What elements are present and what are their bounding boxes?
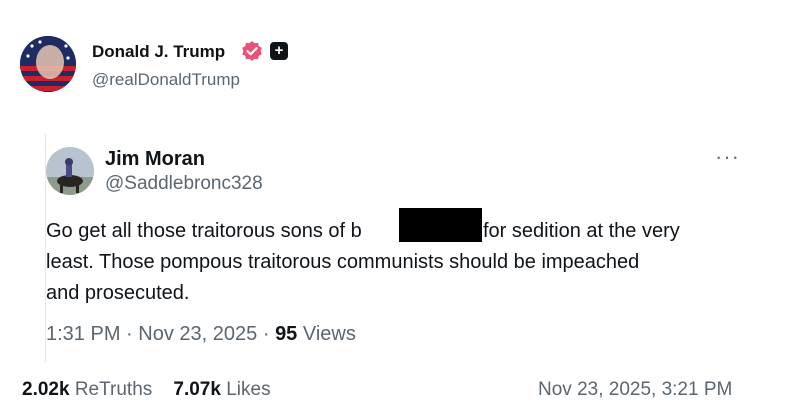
retruths-stat[interactable]: 2.02k ReTruths <box>22 379 152 400</box>
author-handle[interactable]: @realDonaldTrump <box>92 70 240 90</box>
retruths-count: 2.02k <box>22 379 70 400</box>
plus-badge-icon: + <box>270 42 288 60</box>
quoted-text-line1b: for sedition at the very <box>483 220 680 242</box>
quoted-post-meta: 1:31 PM · Nov 23, 2025 · 95 Views <box>46 323 356 346</box>
quoted-text-line3: and prosecuted. <box>46 282 190 304</box>
more-icon[interactable]: ··· <box>715 146 740 168</box>
views-label: Views <box>302 323 356 345</box>
quoted-text-line2: least. Those pompous traitorous communis… <box>46 251 640 273</box>
author-name[interactable]: Donald J. Trump <box>92 42 225 62</box>
likes-label: Likes <box>226 379 271 400</box>
separator-dot: · <box>262 323 270 345</box>
quoted-text-line1a: Go get all those traitorous sons of b <box>46 220 362 242</box>
author-avatar[interactable] <box>20 36 76 92</box>
quoted-author-handle[interactable]: @Saddlebronc328 <box>105 173 263 195</box>
redaction-block <box>399 208 482 242</box>
likes-stat[interactable]: 7.07k Likes <box>173 379 270 400</box>
retruths-label: ReTruths <box>74 379 153 400</box>
verified-badge-icon <box>241 40 263 62</box>
quoted-author-name[interactable]: Jim Moran <box>105 148 205 171</box>
quoted-date: Nov 23, 2025 <box>138 323 258 345</box>
post-stats: 2.02k ReTruths 7.07k Likes <box>22 379 271 401</box>
likes-count: 7.07k <box>173 379 221 400</box>
quoted-author-avatar[interactable] <box>46 147 94 195</box>
quoted-time: 1:31 PM <box>46 323 121 345</box>
separator-dot: · <box>126 323 133 345</box>
views-count: 95 <box>275 323 298 345</box>
post-date: Nov 23, 2025, 3:21 PM <box>538 379 733 400</box>
